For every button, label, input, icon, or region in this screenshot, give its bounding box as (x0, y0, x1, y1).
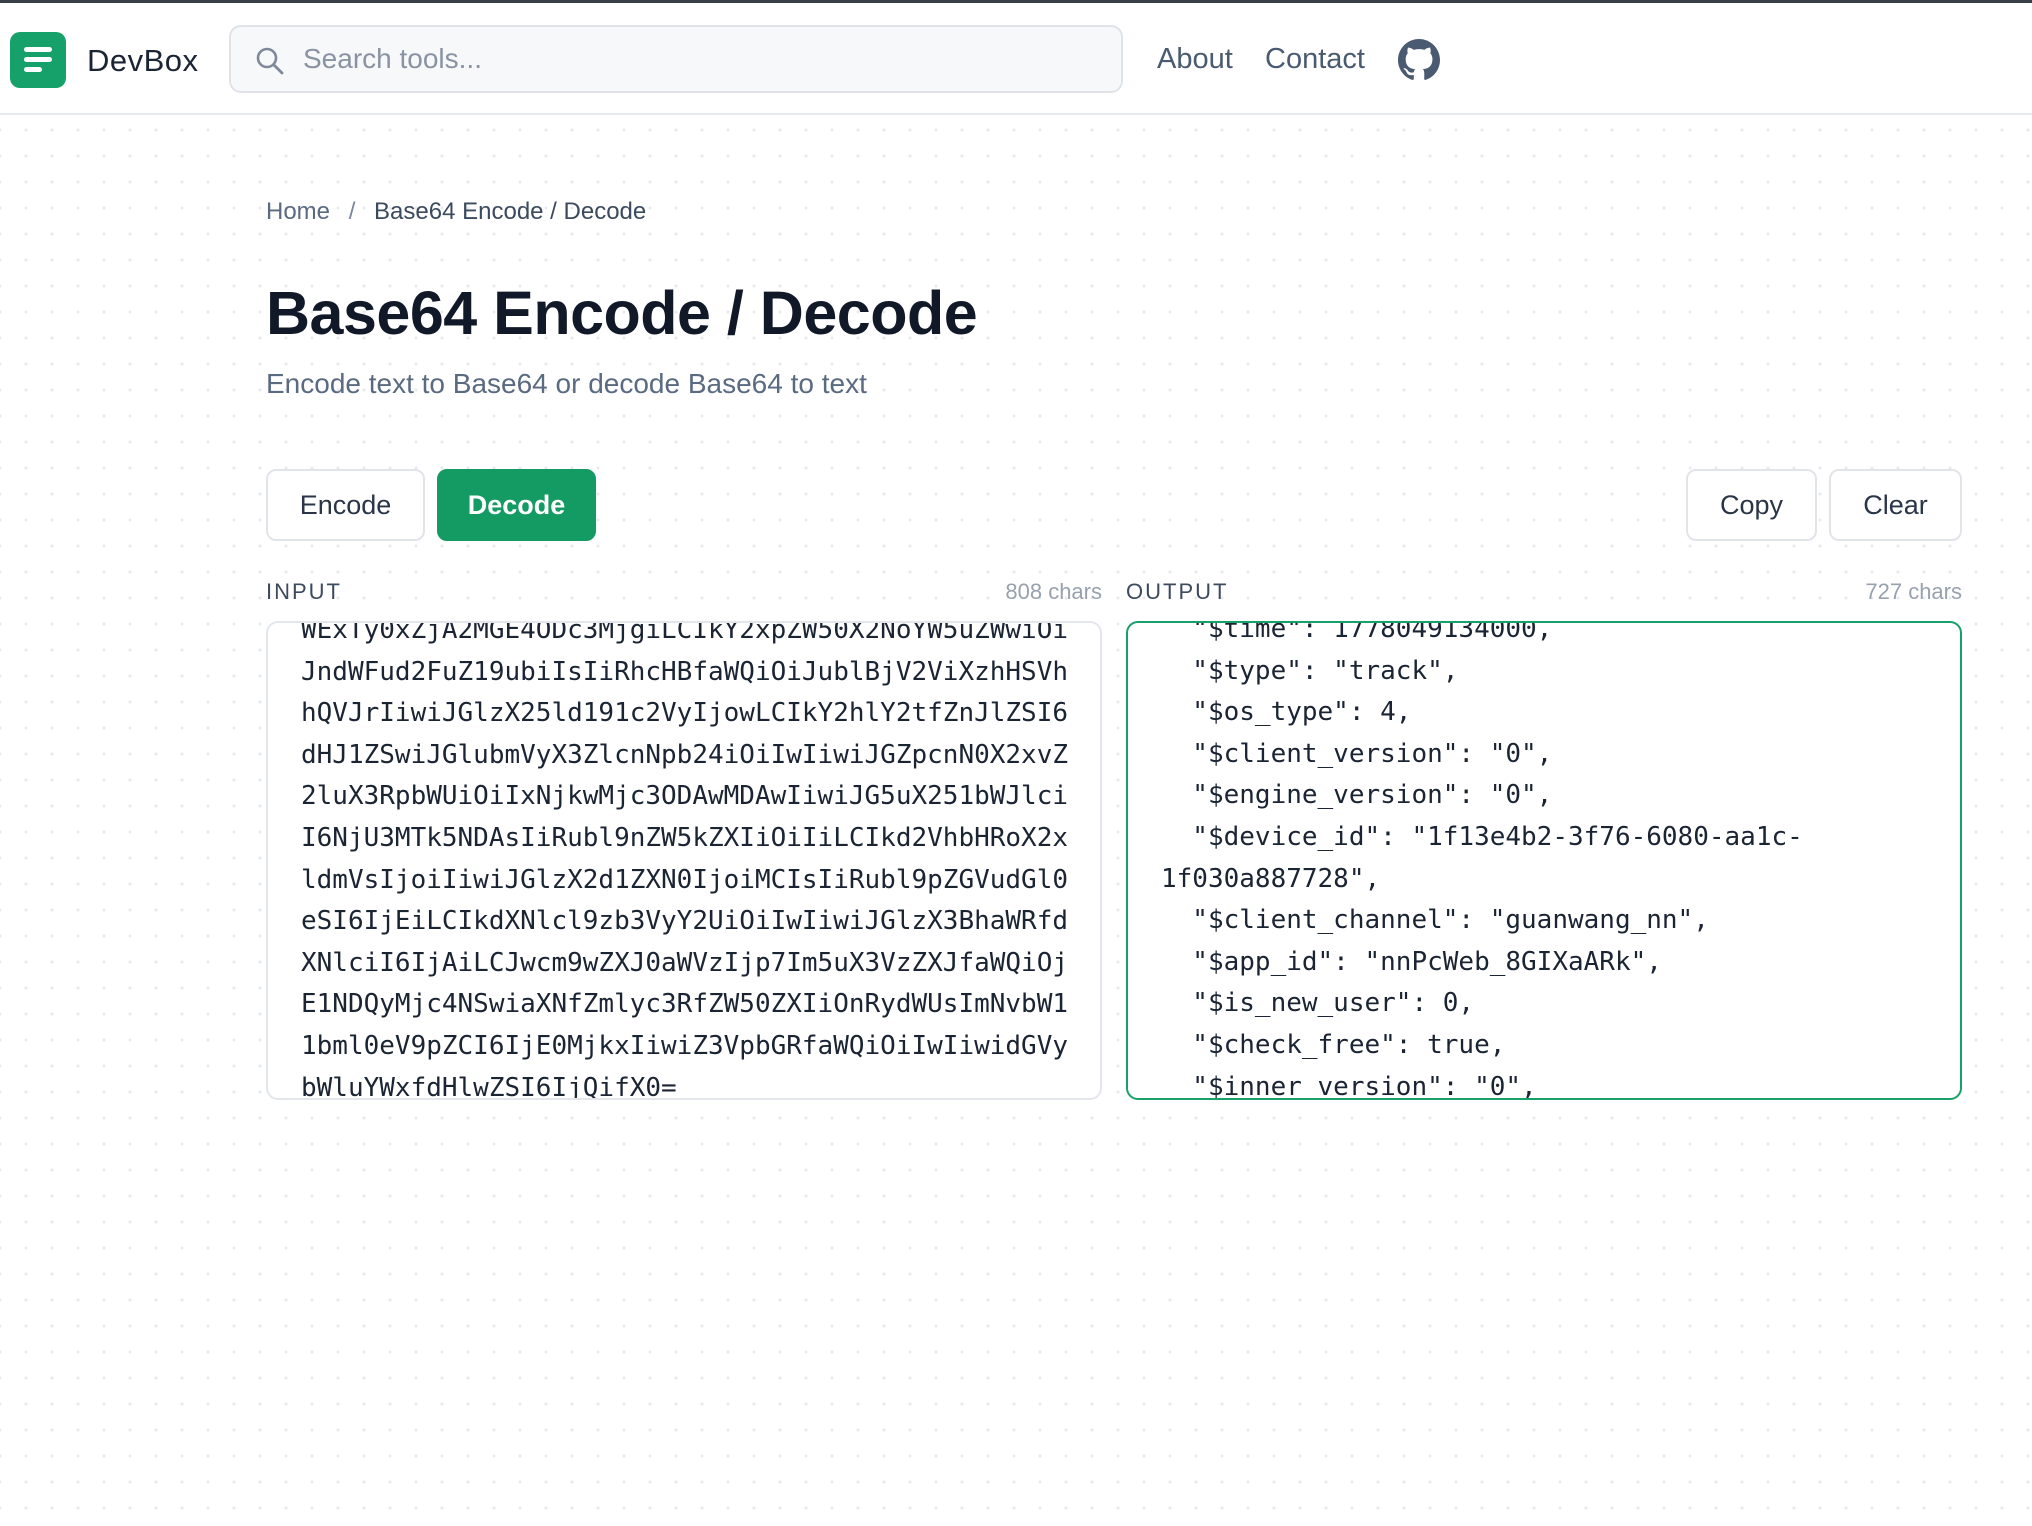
breadcrumb-separator: / (348, 198, 356, 225)
output-textarea[interactable]: "$time": 1778049134000, "$type": "track"… (1126, 621, 1962, 1100)
input-char-count: 808 chars (1005, 579, 1102, 604)
search-box[interactable] (229, 25, 1123, 93)
search-input[interactable] (303, 37, 1083, 81)
breadcrumb: Home / Base64 Encode / Decode (266, 198, 646, 226)
output-char-count: 727 chars (1865, 579, 1962, 604)
github-icon[interactable] (1398, 39, 1440, 81)
top-nav: DevBox About Contact (0, 3, 2032, 115)
decode-button[interactable]: Decode (437, 469, 596, 541)
page-subtitle: Encode text to Base64 or decode Base64 t… (266, 368, 867, 399)
copy-button[interactable]: Copy (1686, 469, 1817, 541)
nav-about-link[interactable]: About (1157, 43, 1233, 76)
breadcrumb-current: Base64 Encode / Decode (374, 198, 647, 225)
search-icon (256, 47, 284, 75)
output-text: "$time": 1778049134000, "$type": "track"… (1161, 621, 1803, 1100)
input-text: WExTy0xZjA2MGE4ODc3MjgiLCIkY2xpZW50X2NoY… (301, 621, 1069, 1100)
brand-name[interactable]: DevBox (87, 43, 199, 79)
input-textarea[interactable]: WExTy0xZjA2MGE4ODc3MjgiLCIkY2xpZW50X2NoY… (266, 621, 1102, 1100)
output-label: OUTPUT (1126, 579, 1229, 604)
page-title: Base64 Encode / Decode (266, 279, 978, 347)
logo-icon[interactable] (10, 32, 66, 88)
input-label: INPUT (266, 579, 342, 604)
breadcrumb-home-link[interactable]: Home (266, 198, 330, 225)
encode-button[interactable]: Encode (266, 469, 425, 541)
nav-contact-link[interactable]: Contact (1265, 43, 1365, 76)
clear-button[interactable]: Clear (1829, 469, 1962, 541)
